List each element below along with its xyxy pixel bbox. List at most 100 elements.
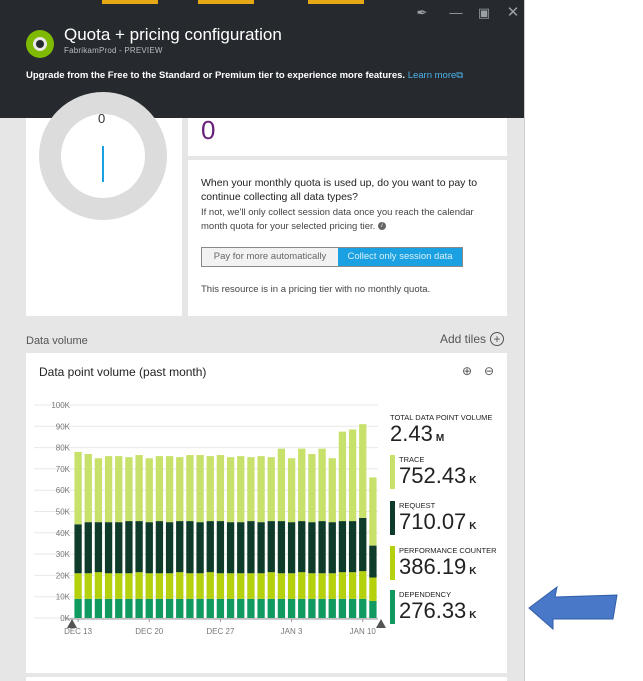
bar-segment-request[interactable] bbox=[94, 522, 103, 573]
bar-segment-performance-counter[interactable] bbox=[196, 573, 204, 599]
bar-segment-trace[interactable] bbox=[186, 455, 194, 522]
metric-dependency[interactable]: DEPENDENCY 276.33 K bbox=[390, 590, 507, 626]
bar-segment-dependency[interactable] bbox=[226, 598, 235, 618]
bar-segment-performance-counter[interactable] bbox=[216, 573, 225, 599]
bar-segment-request[interactable] bbox=[328, 522, 336, 574]
bar-segment-request[interactable] bbox=[155, 521, 164, 574]
bar-segment-performance-counter[interactable] bbox=[176, 572, 184, 599]
bar-segment-performance-counter[interactable] bbox=[318, 573, 326, 599]
bar-segment-dependency[interactable] bbox=[115, 598, 123, 618]
bar-segment-dependency[interactable] bbox=[84, 598, 92, 618]
bar-segment-dependency[interactable] bbox=[328, 598, 336, 618]
minimize-icon[interactable]: — bbox=[446, 3, 466, 23]
bar-segment-dependency[interactable] bbox=[308, 598, 316, 618]
bar-segment-performance-counter[interactable] bbox=[257, 573, 265, 599]
bar-segment-performance-counter[interactable] bbox=[298, 572, 306, 599]
bar-segment-dependency[interactable] bbox=[176, 598, 184, 618]
data-volume-chart-tile[interactable]: Data point volume (past month) ⊕ ⊖ 0K 10K… bbox=[26, 353, 507, 673]
bar-segment-trace[interactable] bbox=[176, 457, 184, 522]
maximize-icon[interactable]: ▣ bbox=[474, 3, 494, 23]
usage-tile[interactable]: 0 bbox=[188, 115, 507, 156]
bar-segment-dependency[interactable] bbox=[318, 598, 326, 618]
bar-segment-dependency[interactable] bbox=[206, 598, 214, 618]
bar-segment-dependency[interactable] bbox=[267, 598, 275, 618]
bar-segment-performance-counter[interactable] bbox=[237, 573, 245, 599]
bar-segment-request[interactable] bbox=[318, 521, 326, 574]
bar-segment-trace[interactable] bbox=[115, 456, 123, 523]
pin-icon[interactable]: ✒ bbox=[412, 3, 432, 23]
bar-segment-performance-counter[interactable] bbox=[226, 573, 235, 599]
bar-segment-request[interactable] bbox=[84, 522, 92, 574]
bar-segment-request[interactable] bbox=[277, 521, 286, 574]
bar-segment-trace[interactable] bbox=[267, 457, 275, 522]
bar-segment-trace[interactable] bbox=[247, 457, 255, 522]
close-icon[interactable]: ✕ bbox=[503, 3, 523, 23]
bar-segment-performance-counter[interactable] bbox=[165, 573, 174, 599]
bar-segment-performance-counter[interactable] bbox=[135, 572, 143, 599]
bar-segment-dependency[interactable] bbox=[94, 598, 103, 618]
bar-segment-trace[interactable] bbox=[237, 456, 245, 523]
bar-segment-trace[interactable] bbox=[369, 477, 377, 546]
bar-segment-request[interactable] bbox=[359, 517, 367, 572]
bar-segment-request[interactable] bbox=[165, 522, 174, 574]
bar-segment-trace[interactable] bbox=[74, 451, 82, 525]
bar-segment-trace[interactable] bbox=[94, 458, 103, 523]
bar-segment-dependency[interactable] bbox=[287, 598, 296, 618]
bar-segment-performance-counter[interactable] bbox=[206, 572, 214, 599]
bar-segment-performance-counter[interactable] bbox=[186, 573, 194, 599]
bar-segment-trace[interactable] bbox=[318, 448, 326, 522]
bar-segment-performance-counter[interactable] bbox=[348, 572, 357, 599]
bar-segment-performance-counter[interactable] bbox=[84, 573, 92, 599]
pay-automatically-option[interactable]: Pay for more automatically bbox=[202, 248, 338, 266]
bar-segment-performance-counter[interactable] bbox=[359, 571, 367, 599]
bar-segment-trace[interactable] bbox=[257, 456, 265, 523]
bar-segment-performance-counter[interactable] bbox=[115, 573, 123, 599]
bar-segment-request[interactable] bbox=[74, 524, 82, 574]
bar-segment-request[interactable] bbox=[348, 521, 357, 573]
bar-segment-performance-counter[interactable] bbox=[104, 573, 113, 599]
bar-segment-request[interactable] bbox=[267, 521, 275, 573]
bar-segment-trace[interactable] bbox=[277, 448, 286, 522]
bar-segment-performance-counter[interactable] bbox=[328, 573, 336, 599]
bar-segment-trace[interactable] bbox=[226, 457, 235, 523]
bar-segment-performance-counter[interactable] bbox=[155, 573, 164, 599]
bar-segment-dependency[interactable] bbox=[348, 598, 357, 618]
metric-total-data-point-volume[interactable]: TOTAL DATA POINT VOLUME 2.43 M bbox=[390, 413, 507, 449]
bar-segment-dependency[interactable] bbox=[125, 598, 133, 618]
bar-segment-performance-counter[interactable] bbox=[287, 573, 296, 599]
bar-segment-trace[interactable] bbox=[104, 456, 113, 523]
add-tiles-button[interactable]: Add tiles + bbox=[440, 332, 505, 346]
bar-segment-trace[interactable] bbox=[338, 431, 347, 522]
bar-segment-trace[interactable] bbox=[308, 453, 316, 523]
bar-segment-dependency[interactable] bbox=[104, 598, 113, 618]
bar-segment-request[interactable] bbox=[176, 521, 184, 573]
bar-segment-dependency[interactable] bbox=[257, 598, 265, 618]
range-end-handle-icon[interactable] bbox=[376, 619, 386, 628]
bar-segment-dependency[interactable] bbox=[237, 598, 245, 618]
bar-segment-request[interactable] bbox=[196, 522, 204, 574]
bar-segment-dependency[interactable] bbox=[135, 598, 143, 618]
bar-segment-trace[interactable] bbox=[165, 456, 174, 523]
bar-segment-dependency[interactable] bbox=[298, 598, 306, 618]
bar-segment-request[interactable] bbox=[206, 521, 214, 573]
bar-segment-request[interactable] bbox=[287, 522, 296, 574]
bar-segment-performance-counter[interactable] bbox=[74, 573, 82, 599]
bar-segment-trace[interactable] bbox=[155, 456, 164, 522]
bar-segment-trace[interactable] bbox=[125, 457, 133, 522]
bar-segment-request[interactable] bbox=[186, 521, 194, 574]
bar-segment-performance-counter[interactable] bbox=[247, 573, 255, 599]
metric-request[interactable]: REQUEST 710.07 K bbox=[390, 501, 507, 537]
bar-segment-request[interactable] bbox=[308, 522, 316, 574]
bar-segment-request[interactable] bbox=[338, 521, 347, 573]
info-icon[interactable]: i bbox=[377, 222, 386, 231]
bar-segment-request[interactable] bbox=[298, 521, 306, 573]
bar-segment-trace[interactable] bbox=[287, 458, 296, 523]
bar-segment-trace[interactable] bbox=[145, 458, 153, 523]
stacked-bar-chart[interactable]: 0K10K20K30K40K50K60K70K80K90K100KDEC 13 D… bbox=[26, 391, 386, 646]
bar-segment-dependency[interactable] bbox=[247, 598, 255, 618]
bar-segment-trace[interactable] bbox=[135, 455, 143, 522]
bar-segment-request[interactable] bbox=[104, 522, 113, 574]
bar-segment-performance-counter[interactable] bbox=[308, 573, 316, 599]
bar-segment-dependency[interactable] bbox=[277, 598, 286, 618]
bar-segment-dependency[interactable] bbox=[186, 598, 194, 618]
